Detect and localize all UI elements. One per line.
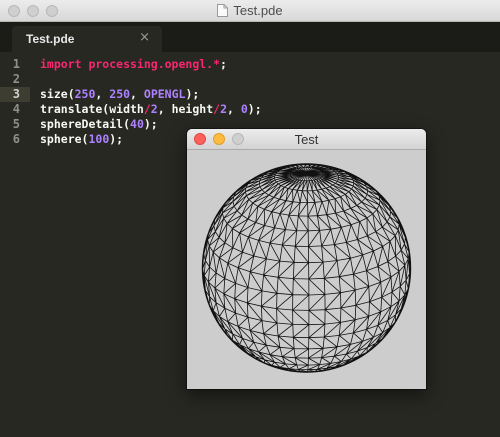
code-token: ); xyxy=(247,102,262,116)
sketch-window[interactable]: Test xyxy=(187,129,426,389)
window-title: Test.pde xyxy=(0,3,500,18)
line-number: 3 xyxy=(0,87,30,102)
code-token: 100 xyxy=(88,132,110,146)
code-token: 0 xyxy=(240,102,248,116)
code-token: * xyxy=(213,57,221,71)
code-token: sphere( xyxy=(40,132,89,146)
code-token: ); xyxy=(109,132,124,146)
sphere-canvas xyxy=(201,163,412,373)
code-line[interactable]: translate(width/2, height/2, 0); xyxy=(40,102,262,117)
editor-title-bar: Test.pde xyxy=(0,0,500,22)
line-number: 5 xyxy=(12,117,20,131)
line-number-gutter: 123456 xyxy=(0,57,30,147)
tab-close-icon[interactable]: × xyxy=(139,30,150,45)
document-icon xyxy=(217,4,229,17)
code-token: / xyxy=(143,102,151,116)
code-token: 2 xyxy=(220,102,227,116)
code-line[interactable]: size(250, 250, OPENGL); xyxy=(40,87,262,102)
code-token: sphereDetail( xyxy=(40,117,131,131)
code-token: , xyxy=(227,102,241,116)
window-title-text: Test.pde xyxy=(233,3,283,18)
code-token: ; xyxy=(220,57,227,71)
line-number: 1 xyxy=(12,57,20,71)
code-token: ); xyxy=(185,87,200,101)
line-number: 2 xyxy=(12,72,20,86)
line-number: 4 xyxy=(12,102,20,116)
code-token: ); xyxy=(143,117,158,131)
sketch-title: Test xyxy=(294,132,319,147)
sketch-title-bar: Test xyxy=(187,129,426,150)
code-token: size( xyxy=(40,87,75,101)
code-token: 40 xyxy=(130,117,144,131)
sphere-wireframe xyxy=(201,163,412,373)
code-token: import processing.opengl. xyxy=(40,57,214,71)
code-token: 250 xyxy=(109,87,131,101)
code-token: , xyxy=(130,87,144,101)
code-token: , xyxy=(95,87,110,101)
code-line[interactable]: import processing.opengl.*; xyxy=(40,57,262,72)
tab-test-pde[interactable]: Test.pde × xyxy=(12,26,162,52)
code-token: 250 xyxy=(74,87,96,101)
tab-label: Test.pde xyxy=(26,32,75,46)
code-token: OPENGL xyxy=(143,87,186,101)
code-token: 2 xyxy=(150,102,158,116)
tab-bar: Test.pde × xyxy=(0,22,500,52)
code-token: translate(width xyxy=(40,102,144,116)
sphere-mesh xyxy=(202,163,411,373)
code-line[interactable] xyxy=(40,72,262,87)
code-token: , height xyxy=(157,102,214,116)
line-number: 6 xyxy=(12,132,20,146)
